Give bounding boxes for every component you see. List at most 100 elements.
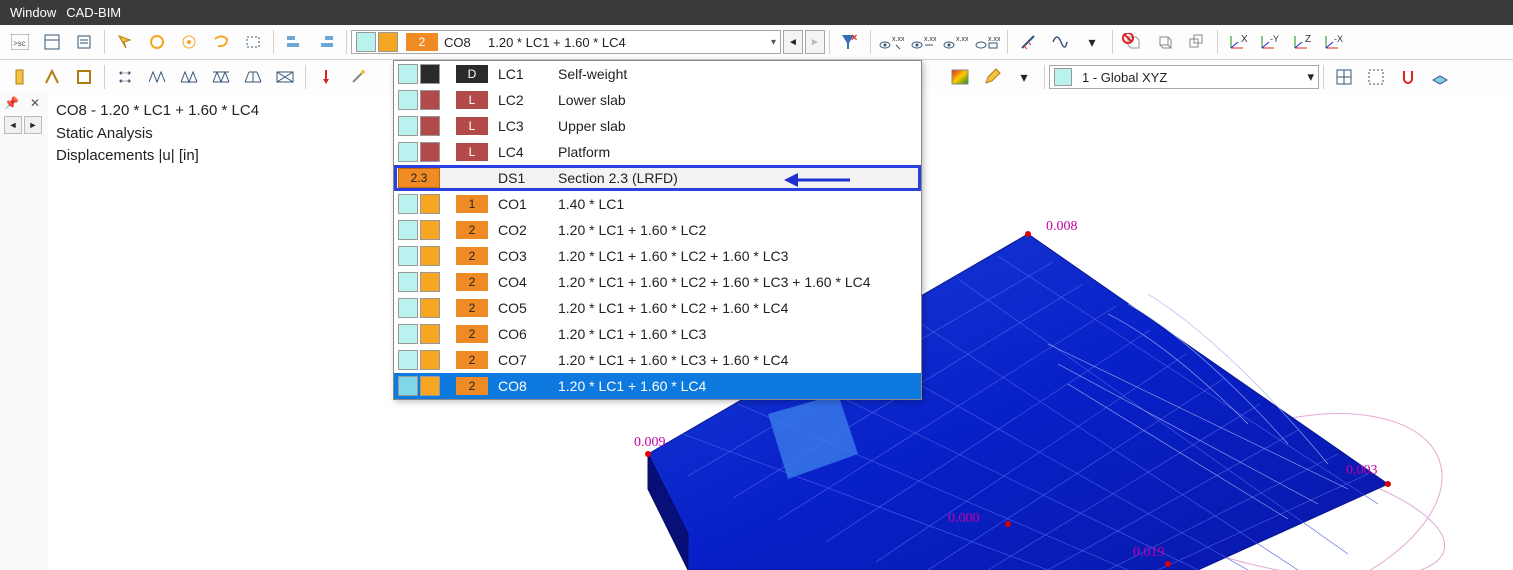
svg-text:>sc: >sc [13, 39, 26, 48]
option-code: LC2 [492, 92, 552, 108]
combo-swatch-1 [356, 32, 376, 52]
menu-cad-bim[interactable]: CAD-BIM [66, 5, 121, 20]
option-swatch [420, 220, 440, 240]
option-badge: 2 [456, 273, 488, 291]
pin-icon[interactable]: 📌 [4, 96, 19, 110]
loadcase-option-CO2[interactable]: 2CO21.20 * LC1 + 1.60 * LC2 [394, 217, 921, 243]
combo-desc: 1.20 * LC1 + 1.60 * LC4 [488, 35, 626, 50]
cube-stack-icon[interactable] [1183, 28, 1211, 56]
option-desc: Lower slab [552, 92, 915, 108]
combo-badge: 2 [406, 33, 438, 51]
pencil-icon[interactable] [978, 63, 1006, 91]
select-lasso-icon[interactable] [207, 28, 235, 56]
loadcase-option-LC2[interactable]: LLC2Lower slab [394, 87, 921, 113]
option-swatch [398, 376, 418, 396]
option-desc: 1.20 * LC1 + 1.60 * LC2 [552, 222, 915, 238]
close-icon[interactable]: ✕ [30, 96, 40, 110]
svg-text:-X: -X [1334, 34, 1343, 44]
member-3-icon[interactable] [70, 63, 98, 91]
nav-next-button[interactable]: ► [24, 116, 42, 134]
view-xxx-1-icon[interactable]: x.xx [877, 28, 905, 56]
cube-icon[interactable] [1151, 28, 1179, 56]
option-desc: Upper slab [552, 118, 915, 134]
node-label-top: 0.008 [1046, 219, 1078, 234]
truss-3-icon[interactable] [207, 63, 235, 91]
option-badge: 2 [456, 351, 488, 369]
option-desc: Platform [552, 144, 915, 160]
menubar[interactable]: Window CAD-BIM [0, 0, 1513, 25]
option-swatch [398, 350, 418, 370]
results-wave-icon[interactable] [1046, 28, 1074, 56]
axis-z-icon[interactable]: Z [1288, 28, 1316, 56]
loadcase-option-LC3[interactable]: LLC3Upper slab [394, 113, 921, 139]
member-2-icon[interactable] [38, 63, 66, 91]
results-surface-icon[interactable] [946, 63, 974, 91]
loadcase-option-CO1[interactable]: 1CO11.40 * LC1 [394, 191, 921, 217]
option-swatch [420, 246, 440, 266]
loadcase-option-LC1[interactable]: DLC1Self-weight [394, 61, 921, 87]
option-badge: L [456, 143, 488, 161]
next-loadcase-button[interactable]: ► [805, 30, 825, 54]
option-swatch [420, 194, 440, 214]
wave-dropdown-icon[interactable]: ▾ [1078, 28, 1106, 56]
option-badge: 2 [456, 377, 488, 395]
option-swatch [398, 324, 418, 344]
axis-x-icon[interactable]: X [1224, 28, 1252, 56]
filter-delete-icon[interactable]: × [836, 28, 864, 56]
loadcase-option-LC4[interactable]: LLC4Platform [394, 139, 921, 165]
option-swatch [420, 298, 440, 318]
option-badge: 2 [456, 247, 488, 265]
member-1-icon[interactable] [6, 63, 34, 91]
align-right-icon[interactable] [312, 28, 340, 56]
view-xxx-2-icon[interactable]: x.xx [909, 28, 937, 56]
truss-4-icon[interactable] [239, 63, 267, 91]
list-icon[interactable] [70, 28, 98, 56]
loadcase-combo[interactable]: 2 CO8 1.20 * LC1 + 1.60 * LC4 ▾ [351, 30, 781, 54]
option-swatch [420, 64, 440, 84]
pencil-dropdown-icon[interactable]: ▾ [1010, 63, 1038, 91]
loadcase-option-CO7[interactable]: 2CO71.20 * LC1 + 1.60 * LC3 + 1.60 * LC4 [394, 347, 921, 373]
option-code: CO3 [492, 248, 552, 264]
load-arrow-icon[interactable] [312, 63, 340, 91]
coord-system-combo[interactable]: 1 - Global XYZ ▾ [1049, 65, 1319, 89]
panel-icon[interactable] [38, 28, 66, 56]
chevron-down-icon: ▾ [771, 37, 776, 48]
axis-neg-x-icon[interactable]: -X [1320, 28, 1348, 56]
loadcase-option-CO3[interactable]: 2CO31.20 * LC1 + 1.60 * LC2 + 1.60 * LC3 [394, 243, 921, 269]
prev-loadcase-button[interactable]: ◄ [783, 30, 803, 54]
loadcase-option-CO8[interactable]: 2CO81.20 * LC1 + 1.60 * LC4 [394, 373, 921, 399]
nav-prev-button[interactable]: ◄ [4, 116, 22, 134]
truss-5-icon[interactable] [271, 63, 299, 91]
view-xxx-3-icon[interactable]: x.xx [941, 28, 969, 56]
node-grid-icon[interactable] [111, 63, 139, 91]
loadcase-dropdown-list[interactable]: DLC1Self-weightLLC2Lower slabLLC3Upper s… [393, 60, 922, 400]
grid-1-icon[interactable] [1330, 63, 1358, 91]
select-rect-icon[interactable] [239, 28, 267, 56]
loadcase-option-CO6[interactable]: 2CO61.20 * LC1 + 1.60 * LC3 [394, 321, 921, 347]
delete-cube-icon[interactable] [1119, 28, 1147, 56]
select-target-icon[interactable] [175, 28, 203, 56]
svg-text:Z: Z [1305, 34, 1311, 45]
script-console-icon[interactable]: >sc [6, 28, 34, 56]
select-circle-icon[interactable] [143, 28, 171, 56]
tool-wand-icon[interactable] [344, 63, 372, 91]
workplane-icon[interactable] [1426, 63, 1454, 91]
option-desc: 1.20 * LC1 + 1.60 * LC3 + 1.60 * LC4 [552, 352, 915, 368]
snap-icon[interactable] [1394, 63, 1422, 91]
select-poly-icon[interactable] [111, 28, 139, 56]
csys-label: 1 - Global XYZ [1082, 70, 1167, 85]
loadcase-option-CO4[interactable]: 2CO41.20 * LC1 + 1.60 * LC2 + 1.60 * LC3… [394, 269, 921, 295]
axis-neg-y-icon[interactable]: -Y [1256, 28, 1284, 56]
option-desc: Section 2.3 (LRFD) [552, 170, 915, 186]
align-left-icon[interactable] [280, 28, 308, 56]
loadcase-option-CO5[interactable]: 2CO51.20 * LC1 + 1.60 * LC2 + 1.60 * LC4 [394, 295, 921, 321]
option-swatch [398, 220, 418, 240]
option-swatch [398, 116, 418, 136]
truss-2-icon[interactable] [175, 63, 203, 91]
results-bar-icon[interactable] [1014, 28, 1042, 56]
truss-1-icon[interactable] [143, 63, 171, 91]
view-xxx-4-icon[interactable]: x.xx [973, 28, 1001, 56]
option-desc: 1.20 * LC1 + 1.60 * LC2 + 1.60 * LC3 + 1… [552, 274, 915, 290]
grid-2-icon[interactable] [1362, 63, 1390, 91]
menu-window[interactable]: Window [10, 5, 56, 20]
